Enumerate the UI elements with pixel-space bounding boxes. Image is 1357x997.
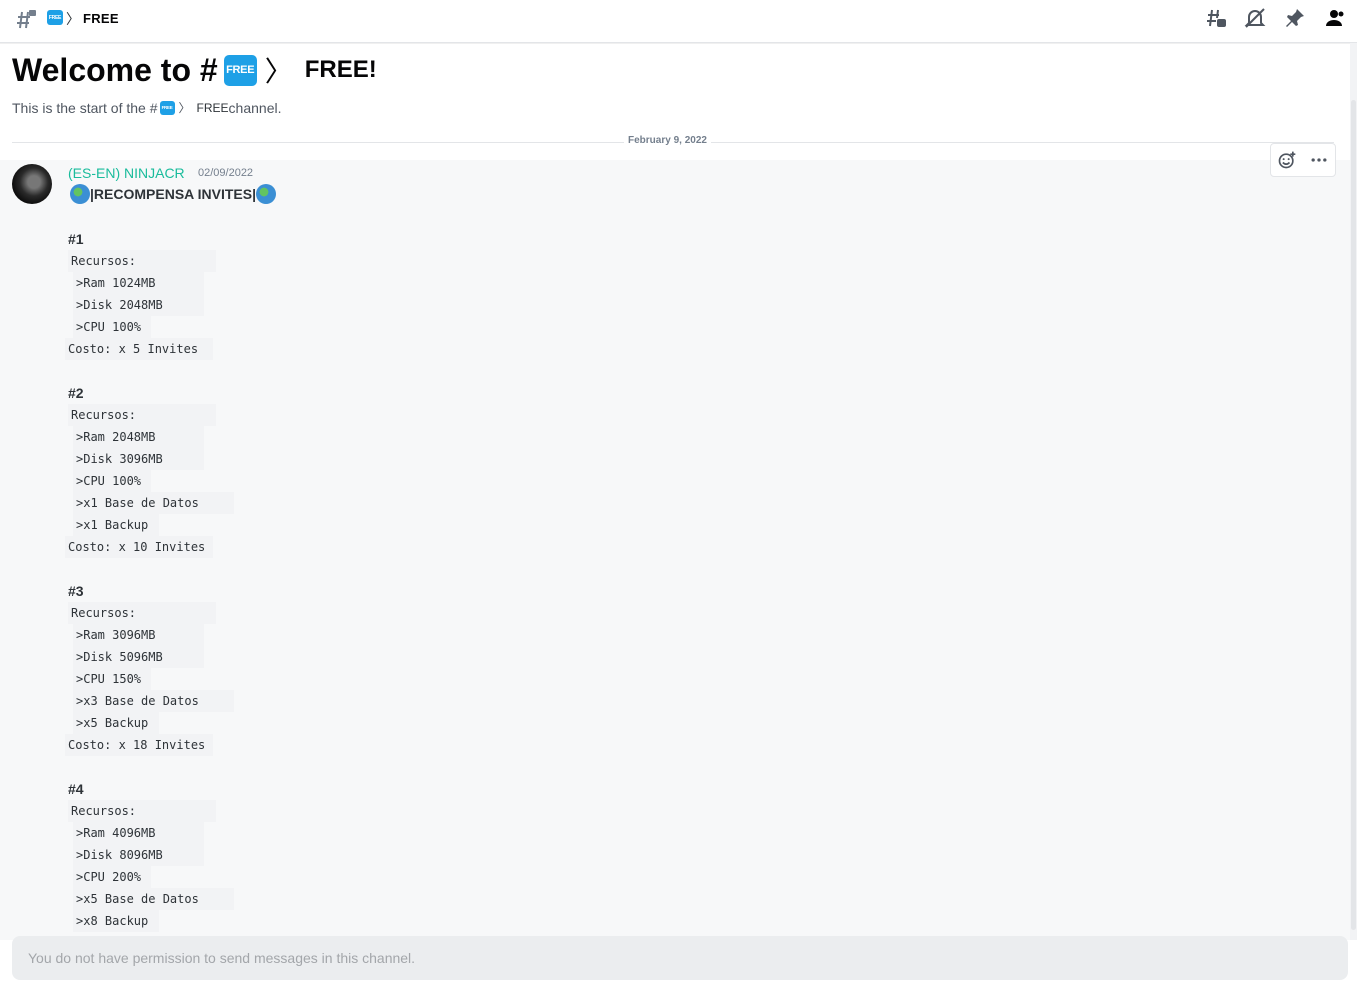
message-timestamp[interactable]: 02/09/2022 bbox=[198, 167, 253, 179]
message-composer: You do not have permission to send messa… bbox=[12, 936, 1348, 980]
bell-muted-icon[interactable] bbox=[1243, 6, 1267, 30]
chevron-glyph: 〉 bbox=[178, 101, 191, 115]
date-divider-label: February 9, 2022 bbox=[624, 135, 711, 146]
code-line: >Ram 4096MB bbox=[73, 822, 204, 844]
tier-heading: #2 bbox=[68, 385, 84, 401]
code-line: Costo: x 5 Invites bbox=[65, 338, 213, 360]
code-line: Recursos: bbox=[68, 404, 216, 426]
welcome-subtitle: This is the start of the # FREE 〉 FREE c… bbox=[12, 99, 281, 116]
subtitle-channel: FREE bbox=[196, 100, 229, 115]
chevron-glyph: 〉 bbox=[264, 56, 293, 87]
avatar[interactable] bbox=[12, 164, 52, 204]
code-line: >Disk 8096MB bbox=[73, 844, 204, 866]
code-line: >x5 Base de Datos bbox=[73, 888, 234, 910]
composer-permission-text: You do not have permission to send messa… bbox=[28, 950, 416, 966]
subtitle-prefix: This is the start of the # bbox=[12, 99, 158, 116]
free-emoji-icon: FREE bbox=[159, 100, 175, 115]
subtitle-suffix: channel. bbox=[228, 99, 282, 116]
tier-heading: #3 bbox=[68, 583, 84, 599]
code-line: Recursos: bbox=[68, 250, 216, 272]
more-options-button[interactable] bbox=[1303, 144, 1335, 176]
globe-icon bbox=[70, 184, 90, 204]
free-emoji-icon: FREE bbox=[223, 54, 257, 86]
add-reaction-icon bbox=[1278, 151, 1296, 169]
code-line: >Ram 2048MB bbox=[73, 426, 204, 448]
code-line: >Disk 2048MB bbox=[73, 294, 204, 316]
code-line: >CPU 100% bbox=[73, 316, 151, 338]
code-line: Costo: x 18 Invites bbox=[65, 734, 213, 756]
code-line: Costo: x 10 Invites bbox=[65, 536, 213, 558]
code-line: Recursos: bbox=[68, 602, 216, 624]
code-line: >x3 Base de Datos bbox=[73, 690, 234, 712]
header-toolbar bbox=[1203, 6, 1347, 30]
code-line: >Disk 3096MB bbox=[73, 448, 204, 470]
threads-icon[interactable] bbox=[1203, 6, 1227, 30]
channel-header: FREE 〉 FREE bbox=[0, 0, 1357, 43]
member-list-icon[interactable] bbox=[1323, 6, 1347, 30]
channel-name: FREE bbox=[83, 11, 119, 26]
scrollbar-thumb[interactable] bbox=[1351, 100, 1356, 930]
welcome-heading: Welcome to # FREE 〉 FREE! bbox=[12, 50, 377, 90]
code-line: Recursos: bbox=[68, 800, 216, 822]
add-reaction-button[interactable] bbox=[1271, 144, 1303, 176]
code-line: >Disk 5096MB bbox=[73, 646, 204, 668]
welcome-prefix: Welcome to # bbox=[12, 51, 218, 88]
tier-heading: #4 bbox=[68, 781, 84, 797]
message-title: |RECOMPENSA INVITES| bbox=[70, 184, 277, 204]
code-line: >CPU 200% bbox=[73, 866, 151, 888]
more-icon bbox=[1311, 158, 1327, 162]
pin-icon[interactable] bbox=[1283, 6, 1307, 30]
code-line: >Ram 3096MB bbox=[73, 624, 204, 646]
code-line: >x1 Backup bbox=[73, 514, 159, 536]
code-line: >x5 Backup bbox=[73, 712, 159, 734]
message-title-text: |RECOMPENSA INVITES| bbox=[90, 186, 257, 202]
locked-channel-hash-icon bbox=[17, 10, 36, 29]
free-emoji-icon: FREE bbox=[47, 10, 63, 25]
globe-icon bbox=[256, 184, 277, 204]
chevron-glyph: 〉 bbox=[66, 11, 80, 27]
code-line: >x1 Base de Datos bbox=[73, 492, 234, 514]
message-author[interactable]: (ES-EN) NINJACR bbox=[68, 165, 185, 181]
code-line: >x8 Backup bbox=[73, 910, 159, 932]
tier-heading: #1 bbox=[68, 231, 84, 247]
welcome-channel-name: FREE! bbox=[304, 56, 377, 83]
code-line: >CPU 100% bbox=[73, 470, 151, 492]
code-line: >CPU 150% bbox=[73, 668, 151, 690]
code-line: >Ram 1024MB bbox=[73, 272, 204, 294]
message-actions-toolbar bbox=[1270, 143, 1336, 177]
